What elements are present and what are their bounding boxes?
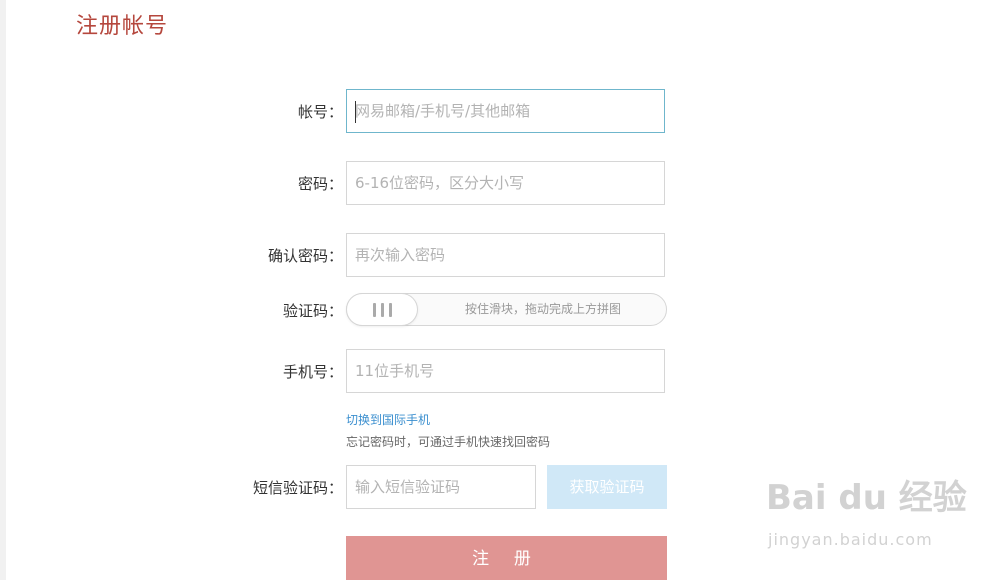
- phone-input[interactable]: [346, 349, 665, 393]
- baidu-watermark: Bai du 经验 jingyan.baidu.com: [766, 470, 967, 560]
- text-caret: [355, 101, 356, 123]
- confirm-password-label: 确认密码：: [267, 247, 343, 265]
- password-label: 密码：: [297, 175, 343, 193]
- left-border: [0, 0, 6, 580]
- grip-icon: [388, 302, 392, 317]
- watermark-logo: Bai du 经验: [766, 478, 967, 518]
- confirm-password-input[interactable]: [346, 233, 665, 277]
- switch-international-link[interactable]: 切换到国际手机: [346, 411, 430, 428]
- phone-note: 忘记密码时，可通过手机快速找回密码: [346, 435, 551, 449]
- captcha-slider[interactable]: 按住滑块，拖动完成上方拼图: [346, 293, 667, 326]
- grip-icon: [372, 302, 376, 317]
- page-title: 注册帐号: [76, 14, 169, 39]
- slider-hint: 按住滑块，拖动完成上方拼图: [465, 302, 622, 316]
- sms-code-input[interactable]: [346, 465, 536, 509]
- account-input[interactable]: [346, 89, 665, 133]
- sms-code-label: 短信验证码：: [252, 479, 343, 497]
- register-button[interactable]: 注 册: [346, 536, 667, 580]
- phone-label: 手机号：: [282, 363, 343, 381]
- password-input[interactable]: [346, 161, 665, 205]
- get-code-button[interactable]: 获取验证码: [547, 465, 667, 509]
- captcha-label: 验证码：: [282, 302, 343, 320]
- grip-icon: [380, 302, 384, 317]
- slider-handle[interactable]: [347, 294, 417, 325]
- account-label: 帐号：: [297, 103, 343, 121]
- watermark-url: jingyan.baidu.com: [768, 530, 933, 549]
